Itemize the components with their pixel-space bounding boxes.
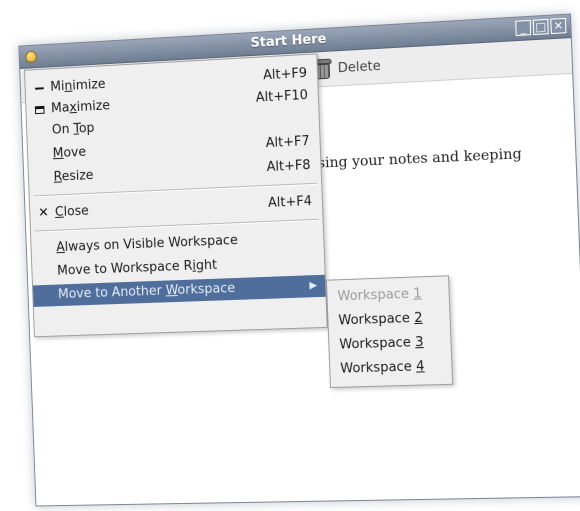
window-controls: _ □ ✕ (515, 17, 567, 37)
delete-label: Delete (337, 58, 381, 76)
submenu-item-workspace-2[interactable]: Workspace 2 (338, 308, 423, 333)
submenu-item-workspace-1: Workspace 1 (337, 286, 422, 305)
submenu-item-workspace-4[interactable]: Workspace 4 (340, 356, 425, 381)
maximize-window-icon[interactable]: □ (532, 18, 549, 36)
workspace-submenu: Workspace 1 Workspace 2 Workspace 3 Work… (325, 275, 454, 389)
note-window: Start Here _ □ ✕ Delete ising your notes… (18, 13, 580, 507)
submenu-item-workspace-3[interactable]: Workspace 3 (339, 332, 424, 357)
maximize-icon (33, 99, 47, 121)
submenu-arrow-icon: ▶ (309, 280, 318, 292)
close-window-icon[interactable]: ✕ (550, 17, 567, 35)
delete-button[interactable]: Delete (313, 54, 381, 82)
window-menu: Minimize Alt+F9 Maximize Alt+F10 On Top … (23, 53, 328, 338)
note-body-text[interactable]: ising your notes and keeping (313, 146, 522, 172)
screenshot-stage: Start Here _ □ ✕ Delete ising your notes… (0, 0, 580, 511)
minimize-window-icon[interactable]: _ (515, 19, 532, 37)
minimize-icon (32, 77, 46, 99)
close-icon: ✕ (38, 205, 50, 221)
